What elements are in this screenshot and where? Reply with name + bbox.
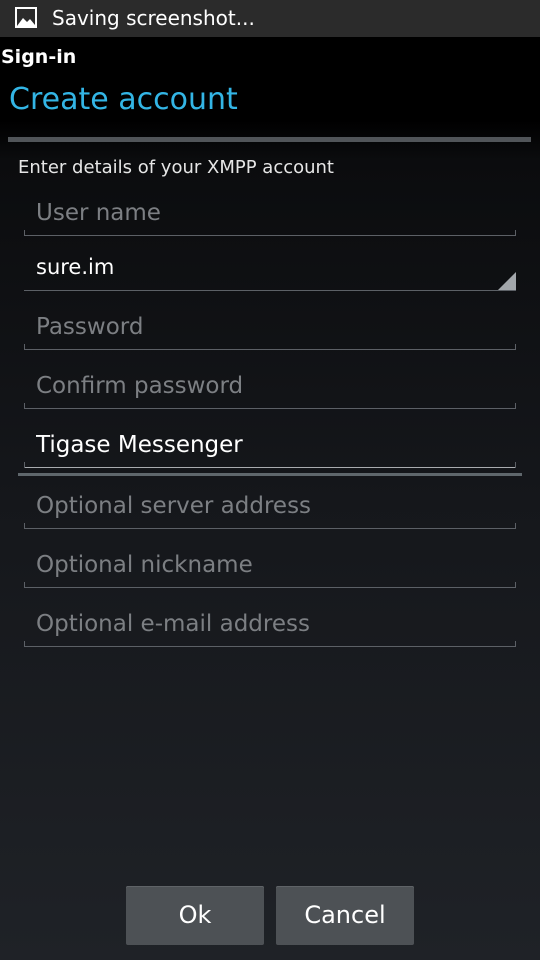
email-underline: [24, 646, 516, 647]
cancel-button[interactable]: Cancel: [276, 886, 414, 945]
image-icon: [15, 7, 37, 28]
nickname-field[interactable]: [36, 546, 506, 584]
dropdown-arrow-icon: [498, 272, 516, 290]
ok-button[interactable]: Ok: [126, 886, 264, 945]
status-bar: Saving screenshot...: [0, 0, 540, 37]
underline-tick: [24, 462, 25, 468]
underline-tick: [515, 523, 516, 529]
section-divider: [18, 473, 522, 476]
underline-tick: [24, 230, 25, 236]
dialog-title: Create account: [9, 82, 238, 117]
underline-tick: [515, 344, 516, 350]
underline-tick: [515, 403, 516, 409]
username-underline: [24, 235, 516, 236]
domain-spinner[interactable]: sure.im: [24, 249, 516, 291]
underline-tick: [24, 523, 25, 529]
title-divider: [8, 137, 531, 142]
screen: Saving screenshot... Sign-in Create acco…: [0, 0, 540, 960]
email-field[interactable]: [36, 605, 506, 643]
username-field[interactable]: [36, 194, 506, 232]
confirm-password-underline: [24, 408, 516, 409]
underline-tick: [24, 403, 25, 409]
domain-spinner-value: sure.im: [36, 255, 115, 279]
password-field-container: [24, 308, 516, 350]
confirm-password-field-container: [24, 367, 516, 409]
account-name-field-container: [24, 426, 516, 468]
underline-tick: [515, 582, 516, 588]
underline-tick: [24, 582, 25, 588]
server-address-field[interactable]: [36, 487, 506, 525]
underline-tick: [24, 344, 25, 350]
password-field[interactable]: [36, 308, 506, 346]
underline-tick: [24, 641, 25, 647]
username-field-container: [24, 194, 516, 236]
password-underline: [24, 349, 516, 350]
window-title: Sign-in: [1, 46, 77, 68]
instructions-text: Enter details of your XMPP account: [18, 157, 334, 178]
underline-tick: [515, 230, 516, 236]
server-address-field-container: [24, 487, 516, 529]
account-name-field[interactable]: [36, 426, 506, 464]
email-field-container: [24, 605, 516, 647]
nickname-field-container: [24, 546, 516, 588]
status-notification-text: Saving screenshot...: [52, 6, 255, 30]
nickname-underline: [24, 587, 516, 588]
confirm-password-field[interactable]: [36, 367, 506, 405]
domain-underline: [24, 290, 516, 291]
underline-tick: [515, 462, 516, 468]
account-name-underline: [24, 467, 516, 468]
server-address-underline: [24, 528, 516, 529]
underline-tick: [515, 641, 516, 647]
